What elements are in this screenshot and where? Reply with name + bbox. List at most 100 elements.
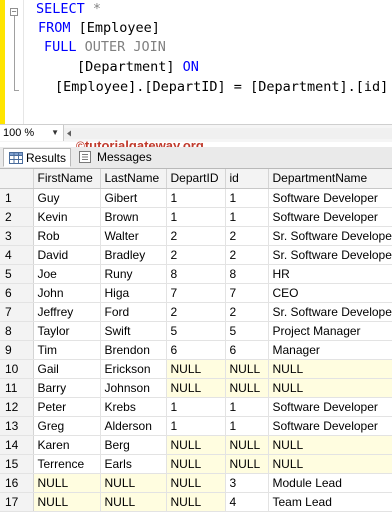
cell-departid[interactable]: NULL — [166, 492, 226, 512]
cell-lastname[interactable]: Ford — [100, 302, 167, 322]
cell-departmentname[interactable]: Software Developer — [268, 397, 392, 417]
table-row[interactable]: 6 John Higa 7 7 CEO — [0, 283, 392, 303]
cell-id[interactable]: 2 — [225, 245, 269, 265]
cell-lastname[interactable]: NULL — [100, 492, 167, 512]
table-row[interactable]: 16 NULL NULL NULL 3 Module Lead — [0, 473, 392, 493]
cell-firstname[interactable]: Rob — [33, 226, 101, 246]
cell-firstname[interactable]: Terrence — [33, 454, 101, 474]
cell-departmentname[interactable]: NULL — [268, 378, 392, 398]
cell-departid[interactable]: NULL — [166, 378, 226, 398]
cell-lastname[interactable]: NULL — [100, 473, 167, 493]
column-header-departid[interactable]: DepartID — [166, 169, 226, 189]
cell-departid[interactable]: 1 — [166, 188, 226, 208]
row-number[interactable]: 17 — [0, 492, 34, 512]
cell-lastname[interactable]: Earls — [100, 454, 167, 474]
cell-departid[interactable]: 8 — [166, 264, 226, 284]
table-row[interactable]: 4 David Bradley 2 2 Sr. Software Developer — [0, 245, 392, 265]
cell-firstname[interactable]: David — [33, 245, 101, 265]
cell-departmentname[interactable]: Team Lead — [268, 492, 392, 512]
cell-lastname[interactable]: Gibert — [100, 188, 167, 208]
results-grid[interactable]: FirstName LastName DepartID id Departmen… — [0, 169, 392, 512]
cell-id[interactable]: 6 — [225, 340, 269, 360]
cell-id[interactable]: 7 — [225, 283, 269, 303]
table-row[interactable]: 3 Rob Walter 2 2 Sr. Software Developer — [0, 226, 392, 246]
table-row[interactable]: 1 Guy Gibert 1 1 Software Developer — [0, 188, 392, 208]
row-number[interactable]: 2 — [0, 207, 34, 227]
table-row[interactable]: 8 Taylor Swift 5 5 Project Manager — [0, 321, 392, 341]
table-row[interactable]: 14 Karen Berg NULL NULL NULL — [0, 435, 392, 455]
cell-firstname[interactable]: John — [33, 283, 101, 303]
column-header-id[interactable]: id — [225, 169, 269, 189]
cell-firstname[interactable]: Tim — [33, 340, 101, 360]
cell-departid[interactable]: 2 — [166, 302, 226, 322]
table-row[interactable]: 10 Gail Erickson NULL NULL NULL — [0, 359, 392, 379]
cell-id[interactable]: 5 — [225, 321, 269, 341]
row-number[interactable]: 12 — [0, 397, 34, 417]
row-number[interactable]: 5 — [0, 264, 34, 284]
cell-departid[interactable]: NULL — [166, 359, 226, 379]
cell-id[interactable]: NULL — [225, 435, 269, 455]
row-number[interactable]: 15 — [0, 454, 34, 474]
zoom-dropdown[interactable]: 100 % ▼ — [0, 125, 64, 141]
row-number[interactable]: 1 — [0, 188, 34, 208]
cell-firstname[interactable]: Karen — [33, 435, 101, 455]
row-number[interactable]: 6 — [0, 283, 34, 303]
cell-departmentname[interactable]: Project Manager — [268, 321, 392, 341]
row-number[interactable]: 16 — [0, 473, 34, 493]
tab-results[interactable]: Results — [3, 148, 71, 167]
column-header-departmentname[interactable]: DepartmentName — [268, 169, 392, 189]
cell-lastname[interactable]: Alderson — [100, 416, 167, 436]
cell-id[interactable]: 3 — [225, 473, 269, 493]
cell-departid[interactable]: NULL — [166, 454, 226, 474]
cell-departmentname[interactable]: HR — [268, 264, 392, 284]
cell-id[interactable]: NULL — [225, 359, 269, 379]
cell-departid[interactable]: NULL — [166, 473, 226, 493]
cell-departmentname[interactable]: Software Developer — [268, 188, 392, 208]
cell-id[interactable]: 1 — [225, 397, 269, 417]
table-row[interactable]: 12 Peter Krebs 1 1 Software Developer — [0, 397, 392, 417]
cell-lastname[interactable]: Berg — [100, 435, 167, 455]
cell-firstname[interactable]: NULL — [33, 492, 101, 512]
cell-departid[interactable]: 1 — [166, 397, 226, 417]
cell-departmentname[interactable]: Software Developer — [268, 416, 392, 436]
cell-departmentname[interactable]: Module Lead — [268, 473, 392, 493]
cell-firstname[interactable]: Gail — [33, 359, 101, 379]
cell-departmentname[interactable]: CEO — [268, 283, 392, 303]
cell-departmentname[interactable]: Manager — [268, 340, 392, 360]
cell-id[interactable]: 1 — [225, 188, 269, 208]
table-row[interactable]: 2 Kevin Brown 1 1 Software Developer — [0, 207, 392, 227]
cell-lastname[interactable]: Bradley — [100, 245, 167, 265]
cell-departid[interactable]: 1 — [166, 416, 226, 436]
cell-firstname[interactable]: Joe — [33, 264, 101, 284]
cell-departmentname[interactable]: NULL — [268, 359, 392, 379]
row-number[interactable]: 3 — [0, 226, 34, 246]
cell-departmentname[interactable]: Software Developer — [268, 207, 392, 227]
table-row[interactable]: 5 Joe Runy 8 8 HR — [0, 264, 392, 284]
cell-departid[interactable]: 5 — [166, 321, 226, 341]
cell-departmentname[interactable]: Sr. Software Developer — [268, 245, 392, 265]
row-number[interactable]: 7 — [0, 302, 34, 322]
cell-firstname[interactable]: Greg — [33, 416, 101, 436]
cell-departid[interactable]: NULL — [166, 435, 226, 455]
cell-lastname[interactable]: Brown — [100, 207, 167, 227]
row-number[interactable]: 9 — [0, 340, 34, 360]
chevron-down-icon[interactable]: ▼ — [51, 125, 59, 141]
cell-firstname[interactable]: Jeffrey — [33, 302, 101, 322]
row-number[interactable]: 14 — [0, 435, 34, 455]
cell-id[interactable]: NULL — [225, 454, 269, 474]
cell-departid[interactable]: 2 — [166, 245, 226, 265]
row-number[interactable]: 11 — [0, 378, 34, 398]
cell-departmentname[interactable]: Sr. Software Developer — [268, 226, 392, 246]
cell-lastname[interactable]: Krebs — [100, 397, 167, 417]
cell-id[interactable]: 1 — [225, 207, 269, 227]
cell-departid[interactable]: 1 — [166, 207, 226, 227]
cell-departmentname[interactable]: Sr. Software Developer — [268, 302, 392, 322]
table-row[interactable]: 9 Tim Brendon 6 6 Manager — [0, 340, 392, 360]
cell-firstname[interactable]: Taylor — [33, 321, 101, 341]
sql-editor[interactable]: − SELECT * FROM [Employee] FULL OUTER JO… — [0, 0, 392, 124]
cell-lastname[interactable]: Johnson — [100, 378, 167, 398]
row-number[interactable]: 10 — [0, 359, 34, 379]
cell-id[interactable]: 4 — [225, 492, 269, 512]
cell-departid[interactable]: 7 — [166, 283, 226, 303]
table-row[interactable]: 17 NULL NULL NULL 4 Team Lead — [0, 492, 392, 512]
